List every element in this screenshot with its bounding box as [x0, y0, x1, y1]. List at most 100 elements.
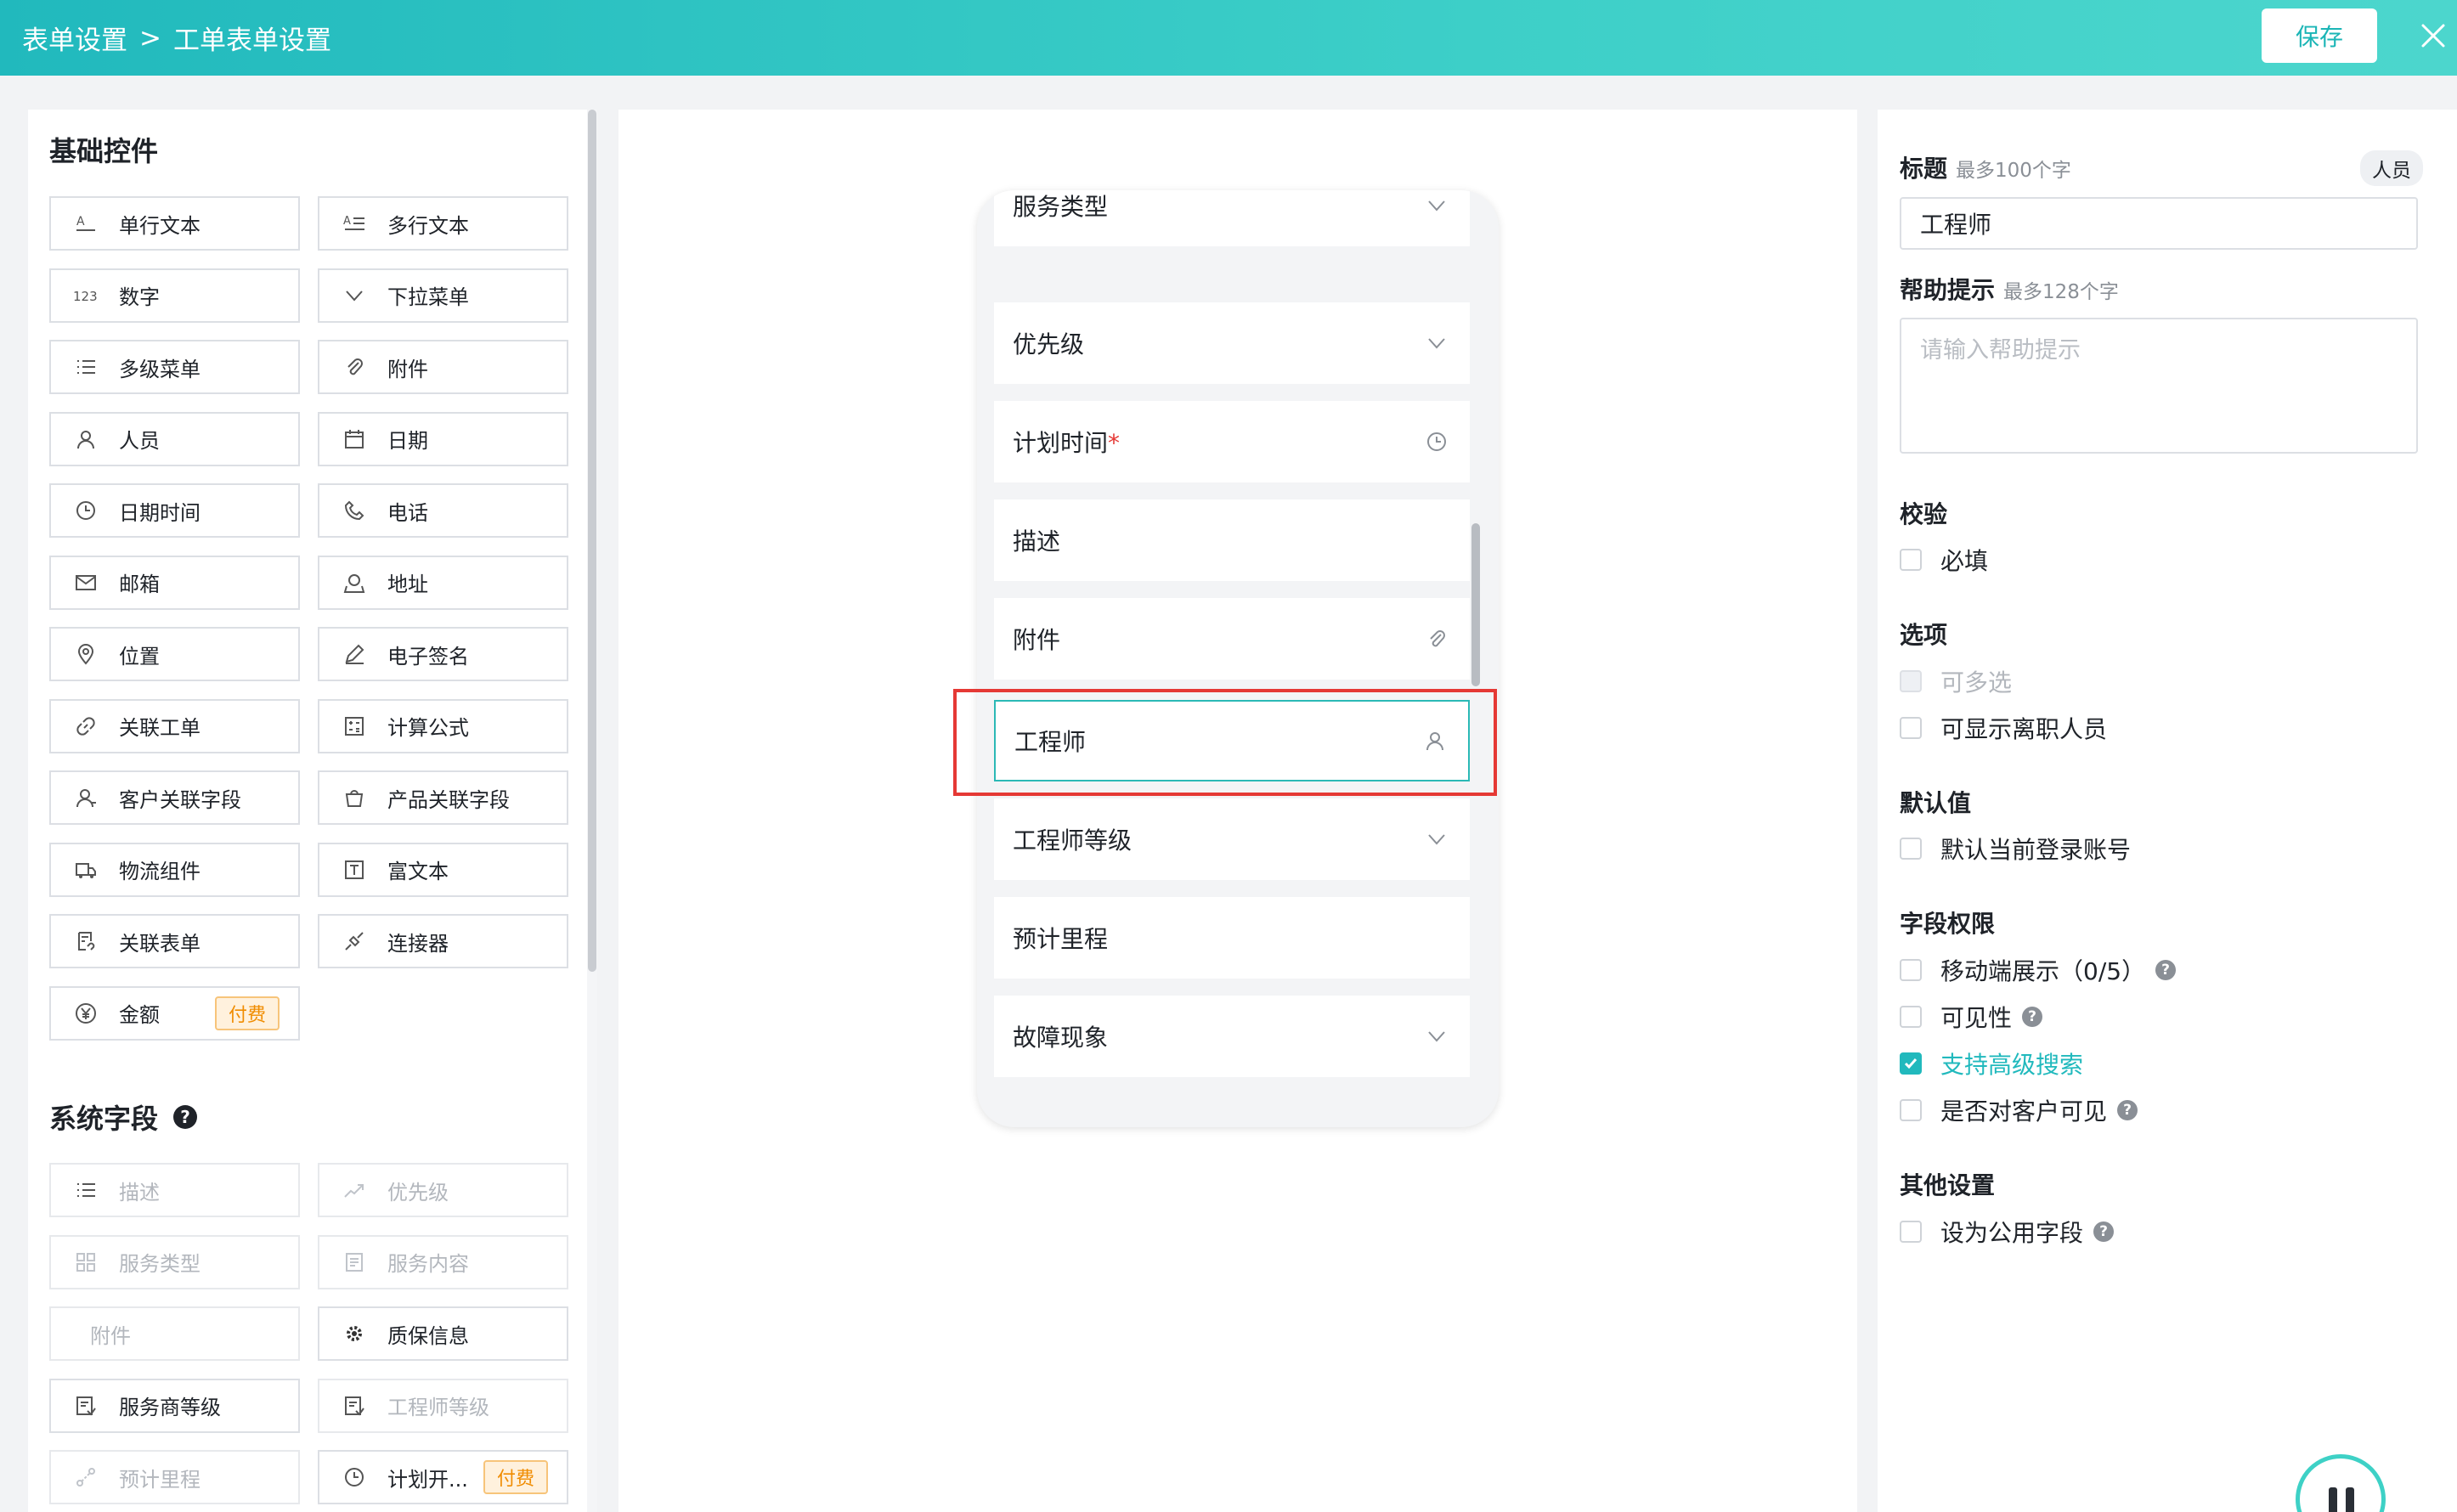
- control-label: 日期: [387, 429, 428, 453]
- control-label: 描述: [119, 1180, 160, 1205]
- public-field-checkbox[interactable]: 设为公用字段?: [1900, 1215, 2115, 1249]
- advanced-search-checkbox[interactable]: 支持高级搜索: [1900, 1047, 2083, 1080]
- control-yen-item[interactable]: 金额 付费: [49, 985, 300, 1041]
- field-type-tag: 人员: [2360, 150, 2423, 186]
- phone-field[interactable]: 描述: [994, 499, 1470, 581]
- phone-field-label: 描述: [1013, 528, 1061, 556]
- yen-icon: [73, 1001, 99, 1026]
- phone-field[interactable]: 服务类型: [994, 190, 1470, 246]
- default-current-account-checkbox[interactable]: 默认当前登录账号: [1900, 832, 2131, 866]
- control-list-item[interactable]: 多级菜单: [49, 340, 300, 394]
- control-label: 位置: [119, 644, 160, 669]
- help-icon[interactable]: ?: [2117, 1100, 2138, 1120]
- location-icon: [73, 641, 99, 667]
- control-clock-item[interactable]: 计划开... 付费: [318, 1450, 568, 1504]
- control-map-item[interactable]: 地址: [318, 555, 568, 610]
- breadcrumb: 表单设置 > 工单表单设置: [22, 19, 331, 57]
- truck-icon: [73, 857, 99, 883]
- control-paperclip-item[interactable]: 附件: [318, 340, 568, 394]
- control-label: 附件: [90, 1323, 131, 1348]
- control-number-item[interactable]: 123 数字: [49, 268, 300, 323]
- control-form-link-item[interactable]: 关联表单: [49, 914, 300, 968]
- visibility-checkbox[interactable]: 可见性?: [1900, 1000, 2043, 1034]
- phone-field[interactable]: 故障现象: [994, 996, 1470, 1077]
- phone-icon: [342, 498, 367, 523]
- phone-scrollbar[interactable]: [1471, 523, 1480, 686]
- control-single-line-text-item[interactable]: A 单行文本: [49, 196, 300, 251]
- title-input[interactable]: 工程师: [1900, 197, 2418, 250]
- help-icon[interactable]: ?: [2022, 1007, 2043, 1027]
- chevron-down-icon: [1422, 191, 1451, 220]
- control-label: 人员: [119, 429, 160, 453]
- control-calendar-item[interactable]: 日期: [318, 411, 568, 466]
- breadcrumb-current: 工单表单设置: [172, 25, 331, 56]
- clock-icon: [1422, 427, 1451, 456]
- control-chevron-down-item[interactable]: 下拉菜单: [318, 268, 568, 323]
- route-icon: [73, 1464, 99, 1490]
- help-label: 帮助提示 最多128个字: [1900, 276, 2119, 304]
- control-user-item[interactable]: 人员: [49, 411, 300, 466]
- control-level-item[interactable]: 服务商等级: [49, 1378, 300, 1433]
- control-calculator-item[interactable]: 计算公式: [318, 698, 568, 753]
- paid-badge: 付费: [214, 996, 280, 1030]
- control-label: 服务商等级: [119, 1396, 221, 1419]
- help-icon[interactable]: ?: [2155, 960, 2177, 980]
- clock-icon: [342, 1464, 367, 1490]
- control-label: 服务类型: [119, 1252, 201, 1276]
- system-fields-title: 系统字段 ?: [49, 1097, 198, 1137]
- controls-scrollbar[interactable]: [587, 110, 597, 1512]
- control-label: 计算公式: [387, 716, 469, 740]
- control-phone-item[interactable]: 电话: [318, 483, 568, 538]
- customer-icon: [73, 785, 99, 810]
- phone-field[interactable]: 计划时间*: [994, 401, 1470, 482]
- control-connector-item[interactable]: 连接器: [318, 914, 568, 968]
- trend-icon: [342, 1177, 367, 1203]
- control-link-item[interactable]: 关联工单: [49, 698, 300, 753]
- selected-field-highlight: [953, 689, 1497, 796]
- multi-select-checkbox[interactable]: 可多选: [1900, 664, 2012, 698]
- help-icon[interactable]: ?: [173, 1105, 198, 1129]
- default-label: 默认值: [1900, 789, 1972, 817]
- control-mail-item[interactable]: 邮箱: [49, 555, 300, 610]
- close-icon[interactable]: [2415, 17, 2452, 54]
- control-location-item[interactable]: 位置: [49, 627, 300, 681]
- help-icon[interactable]: ?: [2093, 1221, 2115, 1242]
- scrollbar-thumb[interactable]: [588, 110, 596, 972]
- help-textarea[interactable]: 请输入帮助提示: [1900, 318, 2418, 454]
- control-pen-item[interactable]: 电子签名: [318, 627, 568, 681]
- show-resigned-checkbox[interactable]: 可显示离职人员: [1900, 711, 2107, 745]
- map-icon: [342, 570, 367, 595]
- control-clock-item[interactable]: 日期时间: [49, 483, 300, 538]
- svg-text:123: 123: [73, 289, 98, 304]
- header-bar: 表单设置 > 工单表单设置 保存: [0, 0, 2457, 76]
- phone-field-label: 预计里程: [1013, 925, 1109, 953]
- customer-visible-checkbox[interactable]: 是否对客户可见?: [1900, 1093, 2138, 1127]
- phone-field[interactable]: 预计里程: [994, 897, 1470, 979]
- required-checkbox[interactable]: 必填: [1900, 543, 1988, 577]
- control-label: 电子签名: [387, 644, 469, 669]
- control-label: 附件: [387, 357, 428, 381]
- control-label: 服务内容: [387, 1252, 469, 1276]
- control-truck-item[interactable]: 物流组件: [49, 842, 300, 897]
- mobile-display-checkbox[interactable]: 移动端展示（0/5）?: [1900, 953, 2177, 987]
- phone-field[interactable]: 工程师等级: [994, 798, 1470, 880]
- user-icon: [73, 426, 99, 452]
- control-label: 金额: [119, 1003, 160, 1027]
- control-label: 电话: [387, 500, 428, 525]
- control-multi-line-text-item[interactable]: A 多行文本: [318, 196, 568, 251]
- form-link-icon: [73, 928, 99, 954]
- save-button[interactable]: 保存: [2262, 8, 2377, 63]
- breadcrumb-root[interactable]: 表单设置: [22, 19, 127, 57]
- rich-text-icon: [342, 857, 367, 883]
- other-settings-label: 其他设置: [1900, 1171, 1996, 1199]
- control-product-item[interactable]: 产品关联字段: [318, 770, 568, 825]
- basic-controls-title: 基础控件: [49, 135, 159, 167]
- phone-field[interactable]: 优先级: [994, 302, 1470, 384]
- link-icon: [73, 714, 99, 739]
- control-gear-item[interactable]: 质保信息: [318, 1306, 568, 1361]
- phone-field[interactable]: 附件: [994, 598, 1470, 680]
- control-customer-item[interactable]: 客户关联字段: [49, 770, 300, 825]
- control-label: 产品关联字段: [387, 787, 510, 812]
- options-label: 选项: [1900, 621, 1948, 649]
- control-rich-text-item[interactable]: 富文本: [318, 842, 568, 897]
